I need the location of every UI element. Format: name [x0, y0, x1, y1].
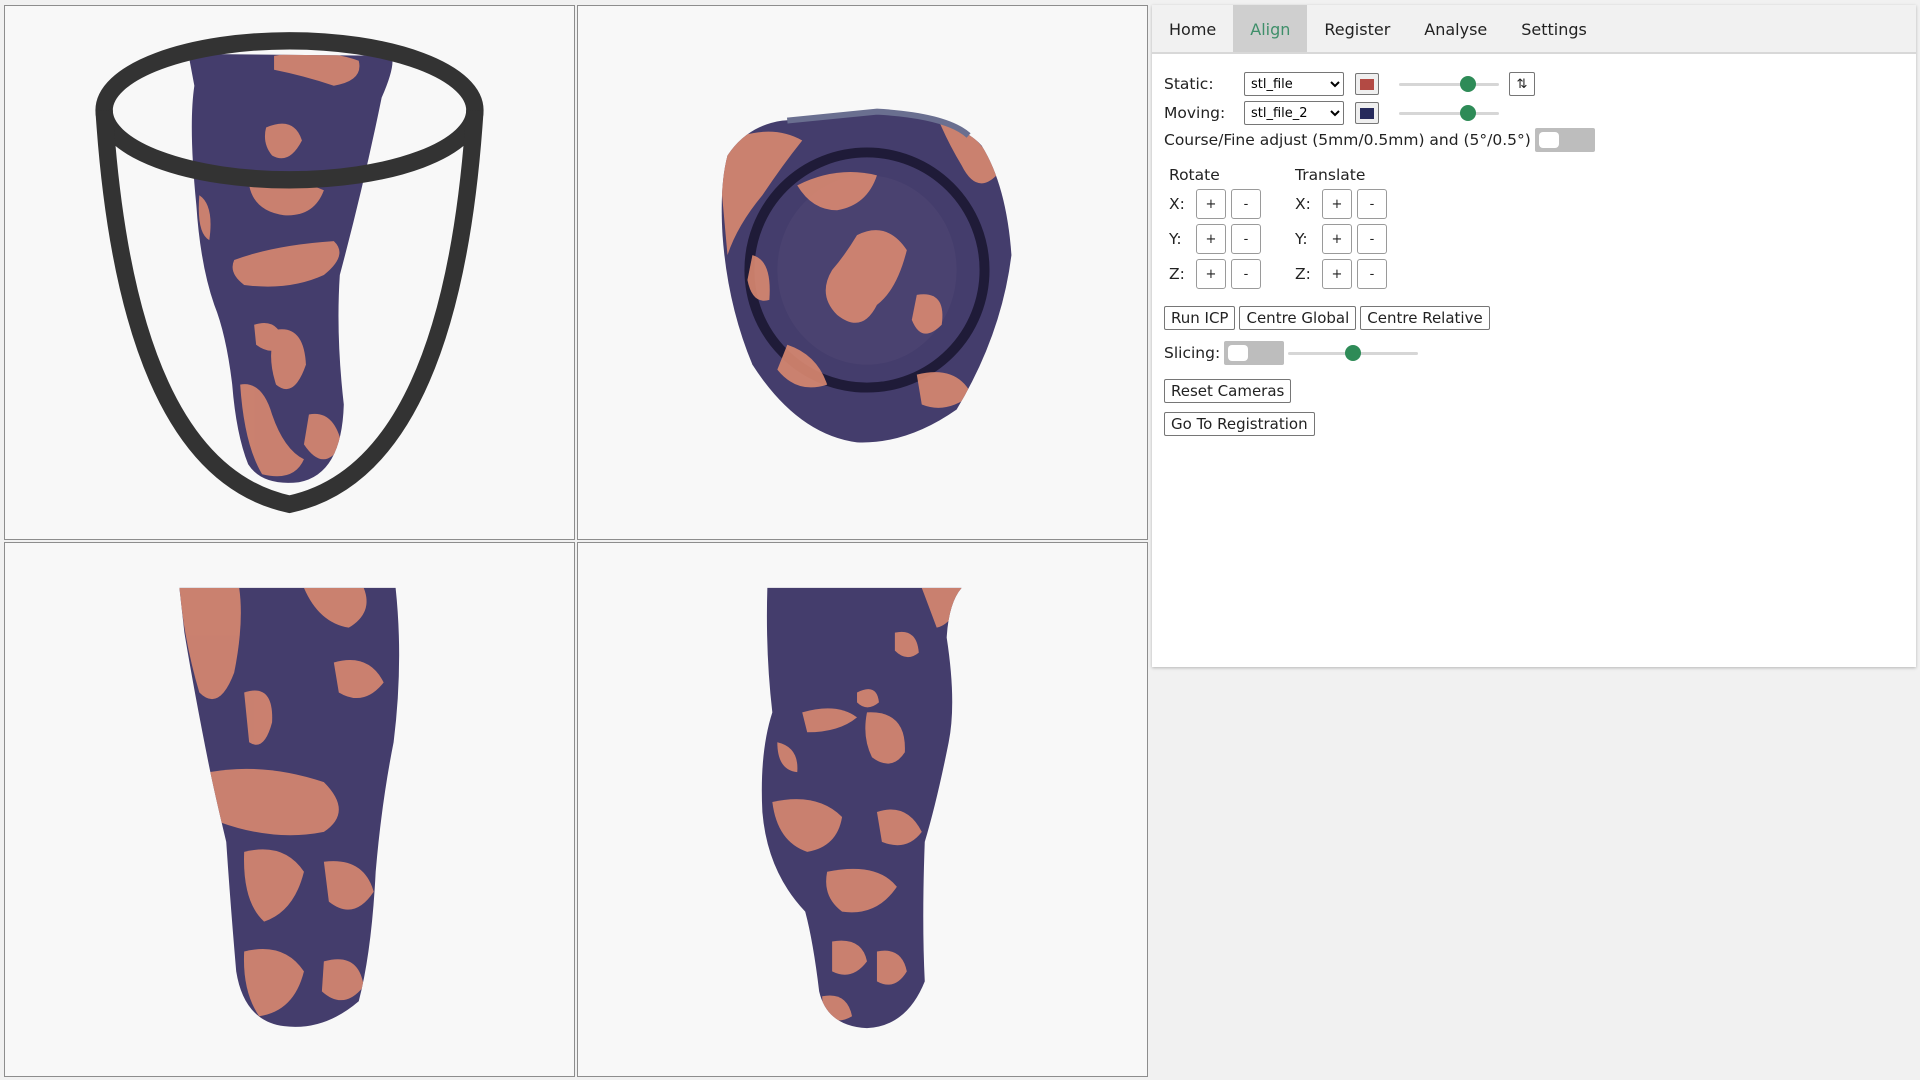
- tab-home[interactable]: Home: [1152, 5, 1233, 52]
- rotate-y-plus-button[interactable]: +: [1196, 224, 1226, 254]
- moving-color-swatch: [1360, 107, 1374, 119]
- slider-thumb[interactable]: [1345, 345, 1362, 361]
- rotate-z-row: Z: + -: [1169, 259, 1261, 289]
- static-opacity-slider[interactable]: [1399, 75, 1499, 93]
- static-row: Static: stl_file ⇅: [1164, 72, 1535, 96]
- slicing-slider[interactable]: [1288, 344, 1419, 362]
- swap-vertical-icon: ⇅: [1516, 76, 1528, 92]
- static-file-select[interactable]: stl_file: [1244, 72, 1344, 96]
- rotate-x-plus-button[interactable]: +: [1196, 189, 1226, 219]
- static-color-swatch: [1360, 78, 1374, 90]
- viewport-front[interactable]: [4, 5, 575, 540]
- viewport-side-left[interactable]: [4, 542, 575, 1077]
- rotate-heading: Rotate: [1169, 166, 1220, 184]
- translate-x-row: X: + -: [1295, 189, 1387, 219]
- rotate-z-minus-button[interactable]: -: [1231, 259, 1261, 289]
- run-icp-button[interactable]: Run ICP: [1164, 306, 1236, 330]
- reset-cameras-button[interactable]: Reset Cameras: [1164, 379, 1292, 403]
- translate-x-label: X:: [1295, 195, 1311, 213]
- go-to-registration-row: Go To Registration: [1164, 412, 1319, 436]
- slicing-toggle[interactable]: [1224, 341, 1285, 365]
- rotate-x-row: X: + -: [1169, 189, 1261, 219]
- centre-relative-button[interactable]: Centre Relative: [1360, 306, 1490, 330]
- icp-row: Run ICP Centre Global Centre Relative: [1164, 306, 1494, 330]
- translate-x-plus-button[interactable]: +: [1322, 189, 1352, 219]
- rotate-heading-row: Rotate: [1169, 166, 1220, 184]
- slicing-label: Slicing:: [1164, 344, 1221, 362]
- translate-y-plus-button[interactable]: +: [1322, 224, 1352, 254]
- translate-x-minus-button[interactable]: -: [1357, 189, 1387, 219]
- slider-thumb[interactable]: [1460, 76, 1477, 92]
- reset-cameras-row: Reset Cameras: [1164, 379, 1295, 403]
- orientation-cube-icon[interactable]: [5, 6, 574, 539]
- translate-y-minus-button[interactable]: -: [1357, 224, 1387, 254]
- slider-thumb[interactable]: [1460, 105, 1477, 121]
- coarse-fine-row: Course/Fine adjust (5mm/0.5mm) and (5°/0…: [1164, 128, 1595, 152]
- moving-color-button[interactable]: [1355, 102, 1379, 124]
- rotate-z-label: Z:: [1169, 265, 1185, 283]
- control-panel: Home Align Register Analyse Settings Sta…: [1152, 5, 1916, 667]
- translate-y-row: Y: + -: [1295, 224, 1387, 254]
- toggle-knob: [1538, 132, 1559, 148]
- mesh-render-top: [721, 108, 1012, 443]
- rotate-z-plus-button[interactable]: +: [1196, 259, 1226, 289]
- toggle-knob: [1228, 345, 1249, 361]
- tab-settings[interactable]: Settings: [1504, 5, 1604, 52]
- tab-align[interactable]: Align: [1233, 5, 1308, 52]
- slicing-row: Slicing:: [1164, 341, 1419, 365]
- viewport-grid: [4, 5, 1149, 1078]
- static-color-button[interactable]: [1355, 73, 1379, 95]
- moving-opacity-slider[interactable]: [1399, 104, 1499, 122]
- moving-label: Moving:: [1164, 104, 1226, 122]
- mesh-render-side-left: [179, 587, 400, 1027]
- tab-analyse[interactable]: Analyse: [1407, 5, 1504, 52]
- moving-row: Moving: stl_file_2: [1164, 101, 1499, 125]
- translate-z-minus-button[interactable]: -: [1357, 259, 1387, 289]
- translate-y-label: Y:: [1295, 230, 1308, 248]
- centre-global-button[interactable]: Centre Global: [1239, 306, 1357, 330]
- rotate-x-label: X:: [1169, 195, 1185, 213]
- translate-z-plus-button[interactable]: +: [1322, 259, 1352, 289]
- translate-heading: Translate: [1295, 166, 1366, 184]
- tab-bar: Home Align Register Analyse Settings: [1152, 5, 1916, 54]
- viewport-side-right[interactable]: [577, 542, 1148, 1077]
- translate-z-row: Z: + -: [1295, 259, 1387, 289]
- slider-track: [1399, 83, 1499, 86]
- swap-files-button[interactable]: ⇅: [1509, 72, 1535, 96]
- translate-z-label: Z:: [1295, 265, 1311, 283]
- mesh-render-side-right: [761, 587, 962, 1029]
- go-to-registration-button[interactable]: Go To Registration: [1164, 412, 1315, 436]
- rotate-y-row: Y: + -: [1169, 224, 1261, 254]
- slider-track: [1399, 112, 1499, 115]
- viewport-top[interactable]: [577, 5, 1148, 540]
- translate-heading-row: Translate: [1295, 166, 1365, 184]
- rotate-y-minus-button[interactable]: -: [1231, 224, 1261, 254]
- rotate-x-minus-button[interactable]: -: [1231, 189, 1261, 219]
- coarse-fine-toggle[interactable]: [1534, 128, 1595, 152]
- coarse-fine-label: Course/Fine adjust (5mm/0.5mm) and (5°/0…: [1164, 131, 1531, 149]
- tab-register[interactable]: Register: [1307, 5, 1407, 52]
- rotate-y-label: Y:: [1169, 230, 1182, 248]
- moving-file-select[interactable]: stl_file_2: [1244, 101, 1344, 125]
- static-label: Static:: [1164, 75, 1214, 93]
